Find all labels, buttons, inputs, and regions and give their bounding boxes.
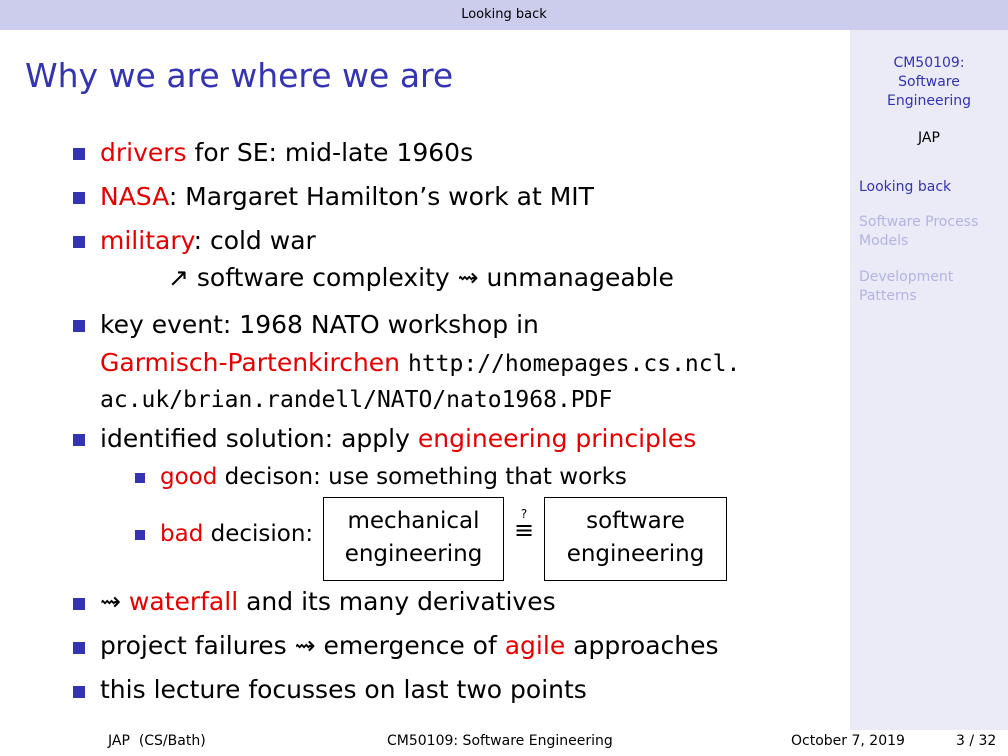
nato-url-link-continued[interactable]: ac.uk/brian.randell/NATO/nato1968.PDF xyxy=(100,387,612,413)
bullet-text: project failures xyxy=(100,631,295,660)
sidebar-course-line: Engineering xyxy=(887,93,971,109)
sidebar-item-looking-back[interactable]: Looking back xyxy=(859,178,951,197)
bullet-identified-solution: identified solution: apply engineering p… xyxy=(100,424,696,453)
bullet-text: unmanageable xyxy=(478,263,674,292)
equivalence-symbol: ? ≡ xyxy=(512,508,536,544)
highlight-text: bad xyxy=(160,521,204,547)
sub-bullet-square-icon xyxy=(135,530,145,540)
bullet-text: identified solution: apply xyxy=(100,424,418,453)
sub-bullet-square-icon xyxy=(135,473,145,483)
highlight-text: military xyxy=(100,226,194,255)
software-engineering-box: software engineering xyxy=(544,497,727,581)
bullet-project-failures: project failures ⇝ emergence of agile ap… xyxy=(100,631,719,660)
highlight-text: agile xyxy=(504,631,566,660)
sidebar-item-label: Software Process xyxy=(859,214,979,230)
sidebar-item-software-process-models[interactable]: Software Process Models xyxy=(859,213,978,251)
bullet-text: : Margaret Hamilton’s work at MIT xyxy=(168,182,594,211)
footer-course: CM50109: Software Engineering xyxy=(387,733,613,749)
highlight-text: drivers xyxy=(100,138,187,167)
footer-author-name: JAP xyxy=(108,733,130,749)
bullet-text: software complexity xyxy=(188,263,458,292)
nearrow-icon: ↗ xyxy=(168,263,189,292)
bullet-key-event: key event: 1968 NATO workshop in xyxy=(100,310,539,339)
bullet-square-icon xyxy=(73,686,85,698)
bullet-military-subline: ↗ software complexity ⇝ unmanageable xyxy=(168,263,674,292)
sub-bullet-bad: bad decision: xyxy=(160,521,313,547)
sidebar-course-title[interactable]: CM50109: Software Engineering xyxy=(850,54,1008,111)
sidebar-item-label: Development xyxy=(859,269,954,285)
bullet-square-icon xyxy=(73,598,85,610)
bullet-text: : cold war xyxy=(193,226,316,255)
squiggle-arrow-icon: ⇝ xyxy=(457,263,479,292)
footer-page-number: 3 / 32 xyxy=(956,733,997,749)
sidebar-item-label: Looking back xyxy=(859,179,952,195)
bullet-nasa: NASA: Margaret Hamilton’s work at MIT xyxy=(100,182,594,211)
sidebar: CM50109: Software Engineering JAP Lookin… xyxy=(850,30,1008,730)
bullet-text: emergence of xyxy=(315,631,505,660)
bullet-waterfall: ⇝ waterfall and its many derivatives xyxy=(100,587,556,616)
squiggle-arrow-icon: ⇝ xyxy=(100,587,121,616)
bullet-square-icon xyxy=(73,192,85,204)
sidebar-item-development-patterns[interactable]: Development Patterns xyxy=(859,268,953,306)
box-line: engineering xyxy=(566,541,705,567)
sidebar-author[interactable]: JAP xyxy=(850,130,1008,146)
nato-url-link[interactable]: http://homepages.cs.ncl. xyxy=(408,351,740,377)
squiggle-arrow-icon: ⇝ xyxy=(294,631,316,660)
sidebar-item-label: Models xyxy=(859,233,909,249)
bullet-text: decision: xyxy=(203,521,314,547)
box-line: software xyxy=(586,508,685,534)
highlight-text: waterfall xyxy=(128,587,239,616)
bullet-key-event-line2: Garmisch-Partenkirchen http://homepages.… xyxy=(100,348,740,377)
bullet-square-icon xyxy=(73,642,85,654)
highlight-text: good xyxy=(160,464,218,490)
header-section-title: Looking back xyxy=(0,0,1008,30)
highlight-text: engineering principles xyxy=(417,424,697,453)
bullet-square-icon xyxy=(73,148,85,160)
bullet-this-lecture: this lecture focusses on last two points xyxy=(100,675,587,704)
footer-institution: (CS/Bath) xyxy=(138,733,206,749)
sidebar-course-line: CM50109: xyxy=(893,55,965,71)
mechanical-engineering-box: mechanical engineering xyxy=(323,497,504,581)
box-line: mechanical xyxy=(347,508,480,534)
bullet-drivers: drivers for SE: mid-late 1960s xyxy=(100,138,473,167)
bullet-military: military: cold war xyxy=(100,226,316,255)
bullet-square-icon xyxy=(73,320,85,332)
sub-bullet-good: good decison: use something that works xyxy=(160,464,627,490)
bullet-square-icon xyxy=(73,434,85,446)
slide-title: Why we are where we are xyxy=(25,56,454,95)
equiv-sign: ≡ xyxy=(513,516,535,544)
bullet-text: approaches xyxy=(565,631,719,660)
footer-date: October 7, 2019 xyxy=(791,733,905,749)
box-line: engineering xyxy=(344,541,483,567)
bullet-text: and its many derivatives xyxy=(238,587,556,616)
bullet-text: for SE: mid-late 1960s xyxy=(186,138,474,167)
highlight-text: NASA xyxy=(100,182,169,211)
footer-author: JAP (CS/Bath) xyxy=(108,733,206,749)
sidebar-course-line: Software xyxy=(898,74,960,90)
highlight-text: Garmisch-Partenkirchen xyxy=(100,348,401,377)
sidebar-item-label: Patterns xyxy=(859,288,917,304)
bullet-square-icon xyxy=(73,236,85,248)
bullet-text: decison: use something that works xyxy=(217,464,627,490)
